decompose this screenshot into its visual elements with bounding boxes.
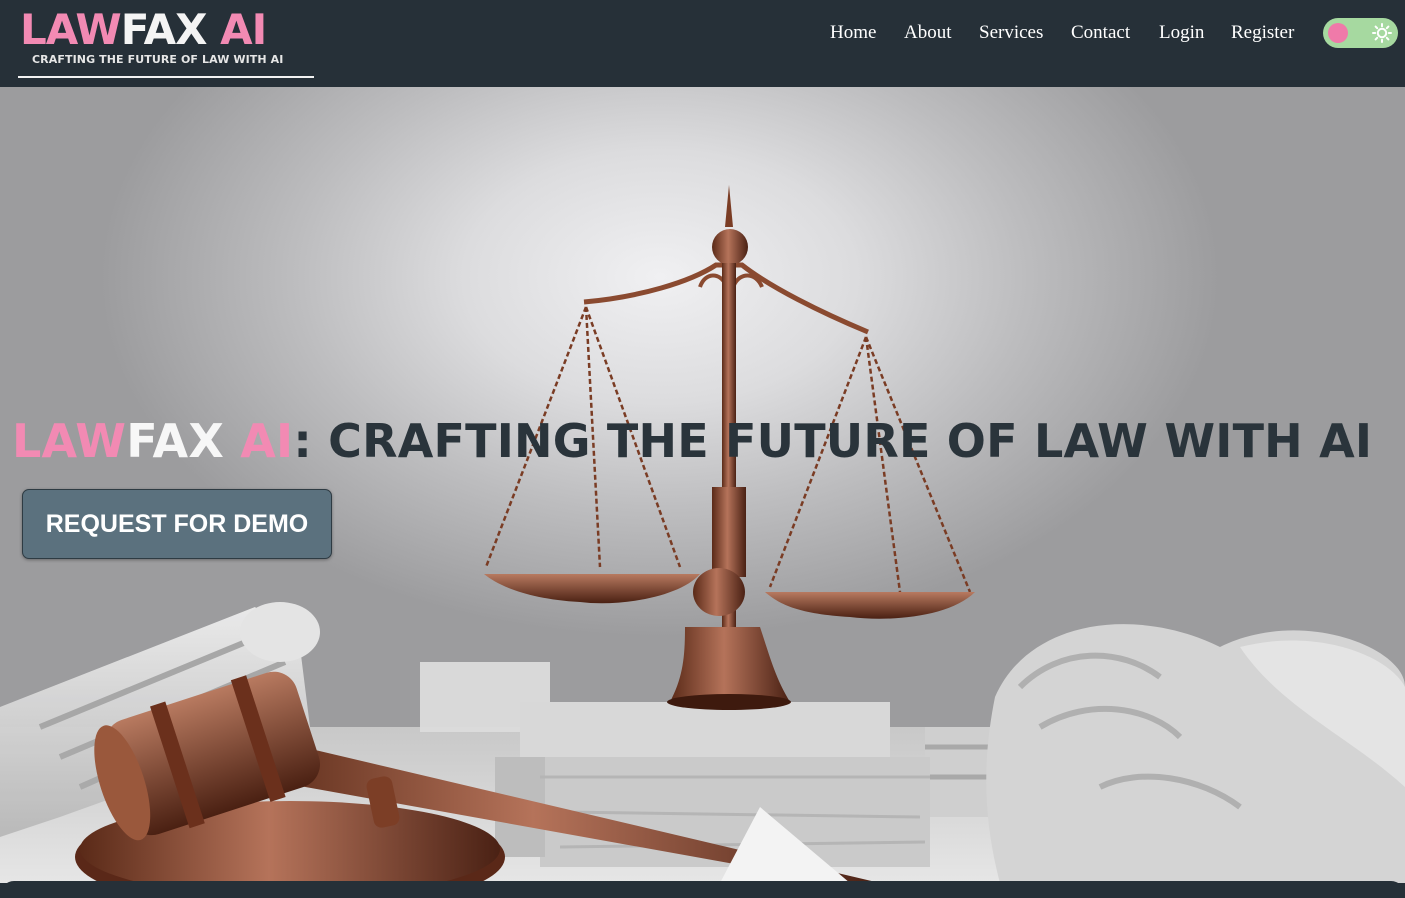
- heading-rest: : CRAFTING THE FUTURE OF LAW WITH AI: [293, 414, 1373, 468]
- logo-title: LAWFAX AI: [20, 5, 267, 54]
- site-header: LAWFAX AI CRAFTING THE FUTURE OF LAW WIT…: [0, 0, 1405, 87]
- nav-link-home[interactable]: Home: [830, 20, 876, 46]
- request-demo-button[interactable]: REQUEST FOR DEMO: [22, 489, 332, 559]
- statue-right: [925, 624, 1405, 883]
- nav-link-login[interactable]: Login: [1159, 20, 1204, 46]
- next-section-edge: [0, 881, 1405, 898]
- heading-word-law: LAW: [12, 414, 127, 468]
- toggle-knob: [1328, 23, 1348, 43]
- sun-icon: [1372, 23, 1392, 43]
- site-logo[interactable]: LAWFAX AI CRAFTING THE FUTURE OF LAW WIT…: [18, 6, 314, 79]
- logo-word-fax: FAX: [120, 5, 208, 54]
- stone-pedestal: [495, 702, 930, 867]
- heading-word-fax: FAX: [126, 414, 224, 468]
- hero-background-image: [0, 185, 1405, 883]
- nav-link-register[interactable]: Register: [1231, 20, 1294, 46]
- hero-heading: LAWFAX AI: CRAFTING THE FUTURE OF LAW WI…: [12, 413, 1372, 469]
- theme-toggle[interactable]: [1323, 18, 1398, 48]
- logo-word-ai: AI: [220, 5, 267, 54]
- logo-word-law: LAW: [20, 5, 122, 54]
- nav-link-about[interactable]: About: [904, 20, 952, 46]
- logo-underline: [18, 76, 314, 78]
- nav-link-contact[interactable]: Contact: [1071, 20, 1130, 46]
- logo-tagline: CRAFTING THE FUTURE OF LAW WITH AI: [32, 53, 284, 66]
- hero-section: LAWFAX AI: CRAFTING THE FUTURE OF LAW WI…: [0, 87, 1405, 883]
- heading-word-ai: AI: [224, 414, 294, 468]
- nav-link-services[interactable]: Services: [979, 20, 1043, 46]
